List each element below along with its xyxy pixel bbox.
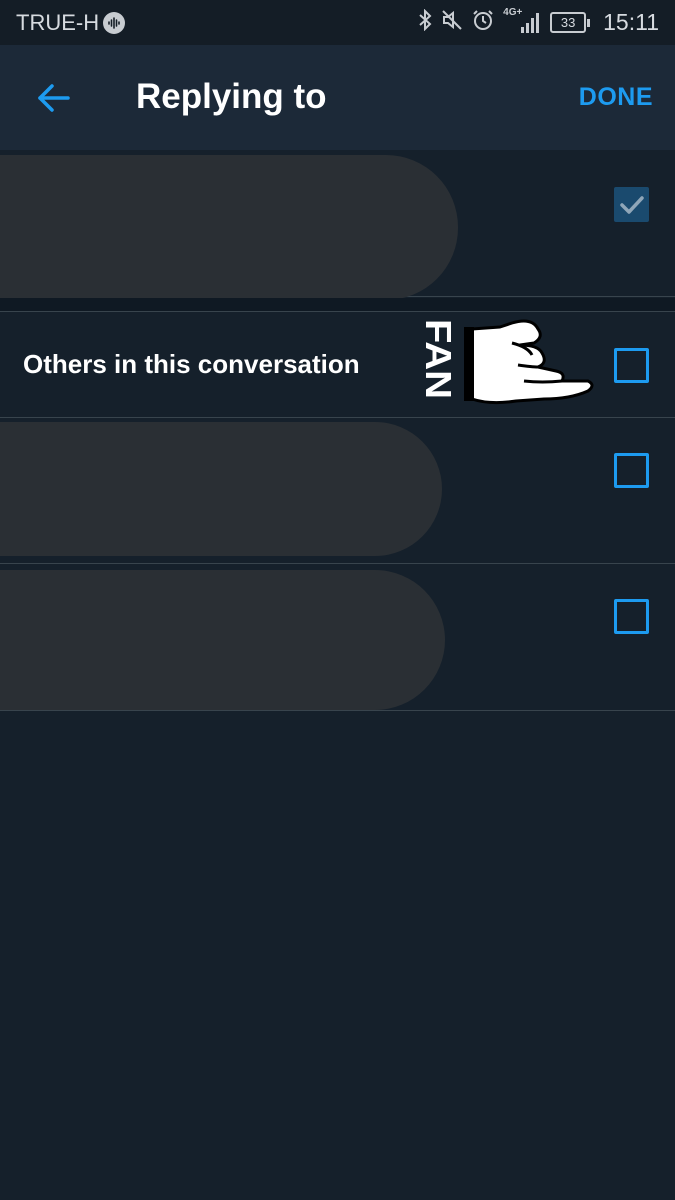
battery-level: 33 (550, 12, 587, 33)
checkmark-icon (619, 195, 644, 214)
done-button[interactable]: DONE (579, 83, 653, 112)
reply-account-row[interactable] (0, 150, 675, 300)
status-time: 15:11 (603, 9, 659, 35)
fan-hand-sticker: FAN (420, 319, 594, 405)
redacted-account (0, 570, 445, 710)
others-in-conversation-row[interactable]: Others in this conversation FAN (0, 312, 675, 418)
back-button[interactable] (28, 75, 78, 120)
section-divider (0, 298, 675, 312)
others-checkbox[interactable] (614, 348, 649, 383)
reply-account-row[interactable] (0, 564, 675, 711)
page-title: Replying to (136, 77, 327, 116)
status-left: TRUE-H (16, 9, 126, 36)
battery-icon: 33 (550, 12, 591, 33)
podcast-icon (103, 11, 126, 34)
status-bar: TRUE-H 4G+ 33 15:11 (0, 0, 675, 45)
account-checkbox[interactable] (614, 599, 649, 634)
account-checkbox-checked[interactable] (614, 187, 649, 222)
bluetooth-icon (418, 8, 432, 37)
battery-tip (587, 18, 591, 27)
account-checkbox[interactable] (614, 453, 649, 488)
reply-account-row[interactable] (0, 418, 675, 564)
redacted-account (0, 155, 458, 300)
sticker-text: FAN (420, 319, 459, 399)
app-header: Replying to DONE (0, 45, 675, 150)
alarm-icon (472, 9, 494, 37)
mute-icon (441, 9, 463, 37)
carrier-name: TRUE-H (16, 9, 100, 35)
status-right: 4G+ 33 15:11 (418, 7, 659, 37)
arrow-left-icon (38, 83, 70, 112)
others-label: Others in this conversation (23, 349, 360, 379)
redacted-account (0, 422, 442, 556)
signal-icon: 4G+ (503, 7, 541, 35)
